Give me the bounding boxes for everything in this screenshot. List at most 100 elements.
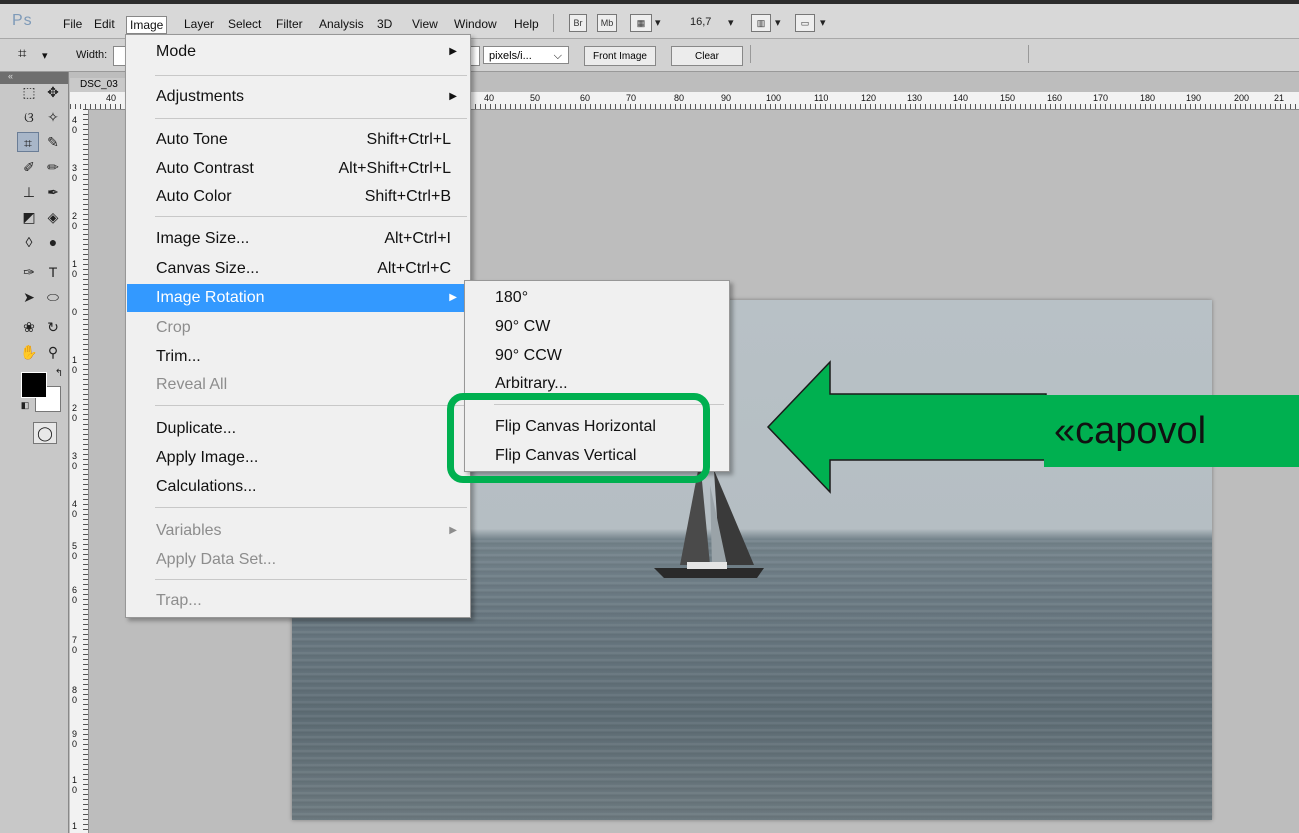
tools-panel: « ⬚ ✥ ଓ ✧ ⌗ ✎ ✐ ✏ ⊥ ✒ ◩ ◈ ◊ ● ✑ T ➤ ⬭ ❀ … xyxy=(0,71,70,833)
ruler-label: 7 0 xyxy=(72,635,78,655)
history-brush-tool-icon[interactable]: ✒ xyxy=(42,182,64,202)
options-separator xyxy=(1028,45,1029,63)
paint-bucket-tool-icon[interactable]: ◈ xyxy=(42,207,64,227)
chevron-down-icon[interactable]: ▾ xyxy=(728,16,734,29)
title-strip xyxy=(0,0,1299,4)
zoom-level[interactable]: 16,7 xyxy=(690,16,711,28)
menu-window[interactable]: Window xyxy=(451,16,500,32)
ruler-label: 3 0 xyxy=(72,163,78,183)
menu-help[interactable]: Help xyxy=(511,16,542,32)
zoom-tool-icon[interactable]: ⚲ xyxy=(42,342,64,362)
menu-item-mode[interactable]: Mode ▶ xyxy=(127,38,469,66)
menu-item-label: Apply Image... xyxy=(156,449,259,466)
menu-separator xyxy=(553,14,554,32)
ruler-label: 2 0 xyxy=(72,403,78,423)
menu-item-auto-contrast[interactable]: Auto Contrast Alt+Shift+Ctrl+L xyxy=(127,155,469,183)
clone-stamp-tool-icon[interactable]: ⊥ xyxy=(18,182,40,202)
menu-select[interactable]: Select xyxy=(225,16,264,32)
type-tool-icon[interactable]: T xyxy=(42,262,64,282)
ruler-label: 4 0 xyxy=(72,115,78,135)
shape-tool-icon[interactable]: ⬭ xyxy=(42,287,64,307)
chevron-down-icon[interactable]: ▾ xyxy=(820,16,826,29)
menu-item-image-rotation[interactable]: Image Rotation ▶ xyxy=(127,284,469,312)
menu-item-reveal-all: Reveal All xyxy=(127,371,469,399)
3d-rotate-tool-icon[interactable]: ❀ xyxy=(18,317,40,337)
menu-item-label: Mode xyxy=(156,43,197,60)
menu-item-shortcut: Alt+Ctrl+I xyxy=(384,230,451,247)
resolution-unit-value: pixels/i... xyxy=(489,50,532,62)
arrange-documents-icon[interactable]: ▥ xyxy=(751,14,771,32)
default-colors-icon[interactable]: ◧ xyxy=(14,395,36,415)
menu-view[interactable]: View xyxy=(409,16,441,32)
marquee-tool-icon[interactable]: ⬚ xyxy=(18,82,40,102)
menu-item-auto-color[interactable]: Auto Color Shift+Ctrl+B xyxy=(127,183,469,211)
submenu-item-90-ccw[interactable]: 90° CCW xyxy=(466,342,728,370)
submenu-item-180[interactable]: 180° xyxy=(466,284,728,312)
path-selection-tool-icon[interactable]: ➤ xyxy=(18,287,40,307)
menu-image[interactable]: Image xyxy=(126,16,168,34)
blur-tool-icon[interactable]: ◊ xyxy=(18,232,40,252)
menu-item-duplicate[interactable]: Duplicate... xyxy=(127,415,469,443)
ruler-label: 160 xyxy=(1047,93,1063,103)
chevron-down-icon[interactable]: ▾ xyxy=(775,16,781,29)
crop-tool-icon[interactable]: ⌗ xyxy=(18,45,26,62)
ruler-label: 40 xyxy=(484,93,495,103)
ruler-label: 4 0 xyxy=(72,499,78,519)
quick-mask-icon[interactable]: ◯ xyxy=(33,422,57,444)
view-extras-icon[interactable]: ▦ xyxy=(630,14,652,32)
ruler-label: 3 0 xyxy=(72,451,78,471)
menu-filter[interactable]: Filter xyxy=(273,16,306,32)
healing-brush-tool-icon[interactable]: ✐ xyxy=(18,157,40,177)
menu-item-apply-data-set: Apply Data Set... xyxy=(127,546,469,574)
magic-wand-tool-icon[interactable]: ✧ xyxy=(42,107,64,127)
resolution-field[interactable] xyxy=(470,46,480,66)
menu-item-calculations[interactable]: Calculations... xyxy=(127,473,469,501)
chevron-down-icon[interactable]: ▾ xyxy=(655,16,661,29)
screen-mode-icon[interactable]: ▭ xyxy=(795,14,815,32)
ruler-label: 60 xyxy=(580,93,591,103)
menu-item-label: Auto Contrast xyxy=(156,160,254,177)
swap-colors-icon[interactable]: ↰ xyxy=(48,364,70,384)
menu-item-label: Trap... xyxy=(156,592,202,609)
resolution-unit-select[interactable]: pixels/i... ⌵ xyxy=(483,46,569,64)
lasso-tool-icon[interactable]: ଓ xyxy=(18,107,40,127)
eyedropper-tool-icon[interactable]: ✎ xyxy=(42,132,64,152)
crop-tool-icon[interactable]: ⌗ xyxy=(17,132,39,152)
brush-tool-icon[interactable]: ✏ xyxy=(42,157,64,177)
menu-item-adjustments[interactable]: Adjustments ▶ xyxy=(127,83,469,111)
menu-item-image-size[interactable]: Image Size... Alt+Ctrl+I xyxy=(127,225,469,253)
bridge-button[interactable]: Br xyxy=(569,14,587,32)
menu-item-auto-tone[interactable]: Auto Tone Shift+Ctrl+L xyxy=(127,126,469,154)
menu-separator xyxy=(155,507,467,508)
menu-item-trap: Trap... xyxy=(127,587,469,615)
menu-file[interactable]: File xyxy=(60,16,85,32)
menu-analysis[interactable]: Analysis xyxy=(316,16,367,32)
menu-item-label: Reveal All xyxy=(156,376,228,393)
clear-button[interactable]: Clear xyxy=(671,46,743,66)
document-tab[interactable]: DSC_03 xyxy=(70,78,128,92)
menu-item-label: Adjustments xyxy=(156,88,245,105)
options-separator xyxy=(750,45,751,63)
move-tool-icon[interactable]: ✥ xyxy=(42,82,64,102)
submenu-item-90-cw[interactable]: 90° CW xyxy=(466,313,728,341)
chevron-down-icon[interactable]: ▾ xyxy=(42,49,48,62)
menu-item-trim[interactable]: Trim... xyxy=(127,343,469,371)
menu-layer[interactable]: Layer xyxy=(181,16,217,32)
menu-separator xyxy=(155,75,467,76)
menu-item-apply-image[interactable]: Apply Image... xyxy=(127,444,469,472)
photoshop-logo: Ps xyxy=(12,12,33,29)
menu-item-canvas-size[interactable]: Canvas Size... Alt+Ctrl+C xyxy=(127,255,469,283)
menu-item-label: 90° CCW xyxy=(495,347,562,364)
submenu-arrow-icon: ▶ xyxy=(449,525,457,536)
dodge-tool-icon[interactable]: ● xyxy=(42,232,64,252)
hand-tool-icon[interactable]: ✋ xyxy=(18,342,40,362)
menu-edit[interactable]: Edit xyxy=(91,16,118,32)
eraser-tool-icon[interactable]: ◩ xyxy=(18,207,40,227)
menu-3d[interactable]: 3D xyxy=(374,16,395,32)
highlight-box xyxy=(447,393,710,483)
front-image-button[interactable]: Front Image xyxy=(584,46,656,66)
ruler-label: 170 xyxy=(1093,93,1109,103)
3d-orbit-tool-icon[interactable]: ↻ xyxy=(42,317,64,337)
pen-tool-icon[interactable]: ✑ xyxy=(18,262,40,282)
minibridge-button[interactable]: Mb xyxy=(597,14,617,32)
